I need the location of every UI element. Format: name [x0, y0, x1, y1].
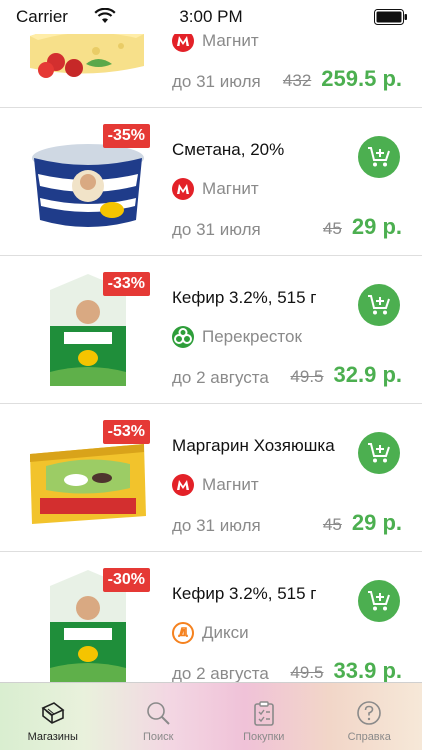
store-info: Магнит	[172, 472, 259, 498]
valid-until: до 31 июля	[172, 516, 261, 535]
product-image: -35%	[26, 124, 150, 240]
valid-until: до 31 июля	[172, 72, 261, 91]
price: 49.5 33.9 р.	[290, 658, 402, 682]
shopping-list-icon	[253, 701, 274, 726]
tab-label: Покупки	[243, 731, 285, 743]
add-to-cart-icon	[368, 295, 390, 315]
price: 45 29 р.	[323, 214, 402, 240]
store-name: Магнит	[202, 31, 259, 50]
status-bar: Carrier 3:00 PM	[0, 0, 422, 34]
store-name: Дикси	[202, 623, 249, 642]
discount-badge: -30%	[102, 568, 150, 592]
valid-until: до 2 августа	[172, 664, 269, 682]
price: 45 29 р.	[323, 510, 402, 536]
old-price: 45	[322, 515, 342, 534]
list-item[interactable]: -53% Маргарин Хозяюшка Магнит до 31 июля…	[0, 404, 422, 552]
clock: 3:00 PM	[179, 7, 243, 26]
add-to-cart-button[interactable]	[358, 580, 400, 622]
valid-until: до 31 июля	[172, 220, 261, 239]
list-item[interactable]: -35% Сметана, 20% Магнит до 31 июля 45 2…	[0, 108, 422, 256]
list-item[interactable]: -30% Кефир 3.2%, 515 г Дикси до 2 август…	[0, 552, 422, 682]
tab-bar: Магазины Поиск Покупки Справка	[0, 682, 422, 750]
product-image: -33%	[26, 272, 150, 388]
add-to-cart-icon	[368, 591, 390, 611]
discount-badge: -53%	[102, 420, 150, 444]
valid-until: до 2 августа	[172, 368, 269, 387]
new-price: 33.9 р.	[333, 658, 402, 682]
tab-shopping-list[interactable]: Покупки	[211, 683, 317, 750]
product-title: Кефир 3.2%, 515 г	[172, 584, 317, 603]
product-title: Сметана, 20%	[172, 140, 285, 159]
tab-label: Справка	[347, 731, 391, 743]
add-to-cart-button[interactable]	[358, 284, 400, 326]
tab-shops[interactable]: Магазины	[0, 683, 106, 750]
magnit-logo-icon	[172, 474, 194, 496]
new-price: 29 р.	[351, 510, 402, 535]
add-to-cart-button[interactable]	[358, 136, 400, 178]
discount-badge: -35%	[102, 124, 150, 148]
product-image: -30%	[26, 568, 150, 682]
store-name: Перекресток	[202, 327, 302, 346]
add-to-cart-icon	[368, 443, 390, 463]
store-name: Магнит	[202, 179, 259, 198]
store-name: Магнит	[202, 475, 259, 494]
old-price: 432	[282, 71, 312, 90]
store-info: Перекресток	[172, 324, 302, 350]
tab-search[interactable]: Поиск	[106, 683, 212, 750]
tab-help[interactable]: Справка	[317, 683, 422, 750]
perekrestok-logo-icon	[172, 326, 194, 348]
product-title: Маргарин Хозяюшка	[172, 436, 335, 455]
store-info: Магнит	[172, 176, 259, 202]
old-price: 49.5	[290, 367, 324, 386]
product-title: Кефир 3.2%, 515 г	[172, 288, 317, 307]
price: 432 259.5 р.	[283, 66, 402, 92]
new-price: 29 р.	[351, 214, 402, 239]
new-price: 32.9 р.	[333, 362, 402, 387]
price: 49.5 32.9 р.	[290, 362, 402, 388]
old-price: 45	[322, 219, 342, 238]
discount-badge: -33%	[102, 272, 150, 296]
list-item[interactable]: -33% Кефир 3.2%, 515 г Перекресток до 2 …	[0, 256, 422, 404]
help-icon	[357, 701, 382, 725]
magnit-logo-icon	[172, 178, 194, 200]
add-to-cart-button[interactable]	[358, 432, 400, 474]
product-image: -53%	[26, 420, 150, 536]
search-icon	[147, 702, 170, 725]
deals-list[interactable]: Магнит до 31 июля 432 259.5 р. -35% Смет…	[0, 0, 422, 682]
add-to-cart-icon	[368, 147, 390, 167]
shops-icon	[41, 702, 65, 724]
tab-label: Поиск	[143, 731, 174, 743]
store-info: Дикси	[172, 620, 249, 646]
dixi-logo-icon	[172, 622, 194, 644]
battery-icon	[374, 9, 407, 25]
new-price: 259.5 р.	[321, 66, 402, 91]
tab-label: Магазины	[27, 731, 78, 743]
old-price: 49.5	[290, 663, 324, 682]
